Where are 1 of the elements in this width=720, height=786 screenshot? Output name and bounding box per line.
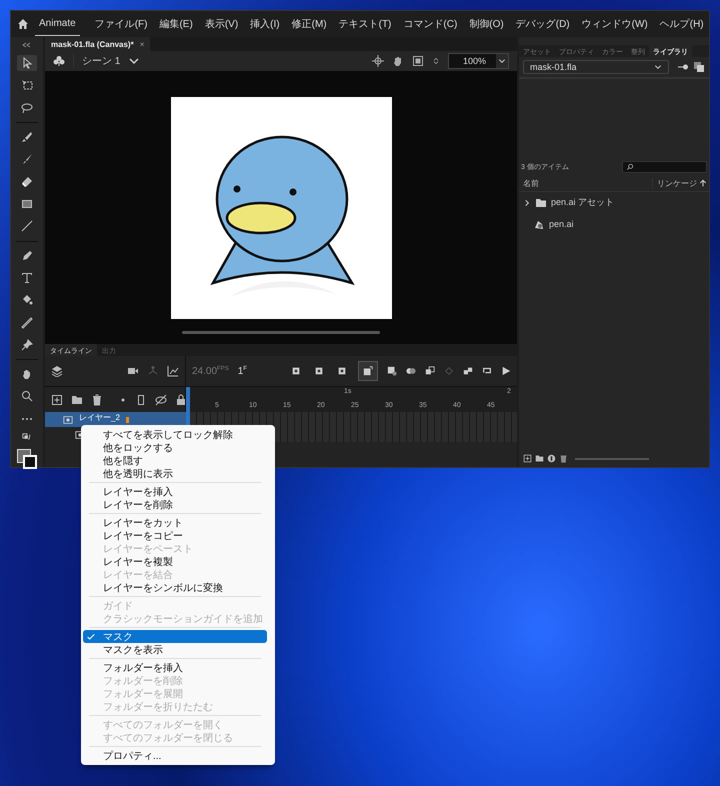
layer-name: レイヤー_2 [79,412,120,422]
